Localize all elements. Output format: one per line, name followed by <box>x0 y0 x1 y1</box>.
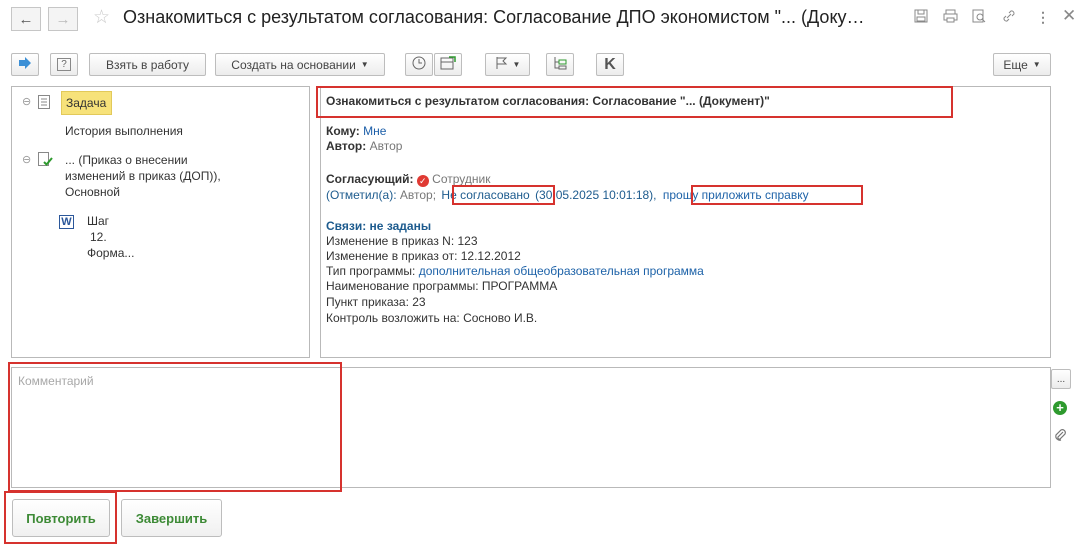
tree-item-step-line3: Форма... <box>87 246 135 260</box>
tree-item-history[interactable]: История выполнения <box>65 124 183 138</box>
program-type-value[interactable]: дополнительная общеобразовательная прогр… <box>419 264 704 278</box>
question-icon: ? <box>57 58 71 71</box>
window-title: Ознакомиться с результатом согласования:… <box>123 7 865 27</box>
control-line: Контроль возложить на: Сосново И.В. <box>326 311 538 325</box>
route-button[interactable] <box>11 53 39 76</box>
more-button[interactable]: Еще ▼ <box>993 53 1051 76</box>
tree-structure-icon <box>553 56 567 73</box>
k-button[interactable]: K <box>596 53 624 76</box>
arrow-right-blue-icon <box>18 57 32 72</box>
flag-icon <box>495 56 509 73</box>
order-number-line: Изменение в приказ N: 123 <box>326 234 478 248</box>
tree-item-task-label: Задача <box>66 96 107 110</box>
save-icon[interactable] <box>914 9 928 26</box>
program-type-label: Тип программы: <box>326 264 416 278</box>
to-line: Кому: Мне <box>326 124 386 138</box>
take-to-work-button[interactable]: Взять в работу <box>89 53 206 76</box>
collapse-icon[interactable]: ⊖ <box>22 95 31 108</box>
comment-link-highlight <box>691 185 863 205</box>
tree-item-document-line3: Основной <box>65 185 121 199</box>
arrow-left-icon: ← <box>18 10 34 28</box>
task-icon <box>38 95 50 114</box>
chevron-down-icon: ▼ <box>1032 60 1041 69</box>
word-icon: W <box>59 215 74 229</box>
paperclip-icon[interactable] <box>1053 428 1067 447</box>
preview-icon[interactable] <box>972 9 986 26</box>
close-icon[interactable]: ✕ <box>1062 6 1076 26</box>
create-based-on-label: Создать на основании <box>231 57 356 72</box>
author-line: Автор: Автор <box>326 139 402 153</box>
header-highlight <box>316 86 953 118</box>
to-label: Кому: <box>326 124 360 138</box>
more-label: Еще <box>1003 57 1028 72</box>
add-circle-icon[interactable]: + <box>1053 401 1067 415</box>
order-item-line: Пункт приказа: 23 <box>326 295 426 309</box>
tree-item-step-line1[interactable]: Шаг <box>87 214 109 228</box>
comment-highlight <box>8 362 342 492</box>
marked-author[interactable]: Автор; <box>400 188 436 202</box>
to-value[interactable]: Мне <box>363 124 386 138</box>
marked-prefix: (Отметил(а): <box>326 188 397 202</box>
forward-button[interactable]: → <box>48 7 78 31</box>
flag-button[interactable]: ▼ <box>485 53 530 76</box>
collapse-icon[interactable]: ⊖ <box>22 153 31 166</box>
export-button[interactable] <box>434 53 462 76</box>
clock-icon <box>412 56 426 73</box>
arrow-right-icon: → <box>55 10 71 28</box>
program-name-line: Наименование программы: ПРОГРАММА <box>326 279 558 293</box>
author-value[interactable]: Автор <box>370 139 403 153</box>
favorite-star-icon[interactable]: ☆ <box>93 6 110 29</box>
link-icon[interactable] <box>1002 9 1016 26</box>
finish-button[interactable]: Завершить <box>121 499 222 537</box>
back-button[interactable]: ← <box>11 7 41 31</box>
program-type-line: Тип программы: дополнительная общеобразо… <box>326 264 704 278</box>
tree-item-step-line2: 12. <box>90 230 107 244</box>
chevron-down-icon: ▼ <box>512 60 521 69</box>
history-button[interactable] <box>405 53 433 76</box>
approver-label: Согласующий: <box>326 172 414 186</box>
approver-value[interactable]: Сотрудник <box>432 172 490 186</box>
print-icon[interactable] <box>943 9 958 26</box>
repeat-highlight <box>4 491 117 544</box>
author-label: Автор: <box>326 139 367 153</box>
comment-more-button[interactable]: ... <box>1051 369 1071 389</box>
structure-button[interactable] <box>546 53 574 76</box>
order-date-line: Изменение в приказ от: 12.12.2012 <box>326 249 521 263</box>
help-button[interactable]: ? <box>50 53 78 76</box>
create-based-on-button[interactable]: Создать на основании ▼ <box>215 53 385 76</box>
rejected-icon: ✓ <box>416 175 429 187</box>
tree-item-document-line2: изменений в приказ (ДОП)), <box>65 169 221 183</box>
more-vertical-icon[interactable]: ⋮ <box>1036 9 1050 26</box>
links-line: Связи: не заданы <box>326 219 432 233</box>
status-highlight <box>452 185 555 205</box>
chevron-down-icon: ▼ <box>360 60 369 69</box>
table-export-icon <box>440 56 456 73</box>
document-check-icon <box>38 152 53 172</box>
tree-item-document-line1[interactable]: ... (Приказ о внесении <box>65 153 188 167</box>
